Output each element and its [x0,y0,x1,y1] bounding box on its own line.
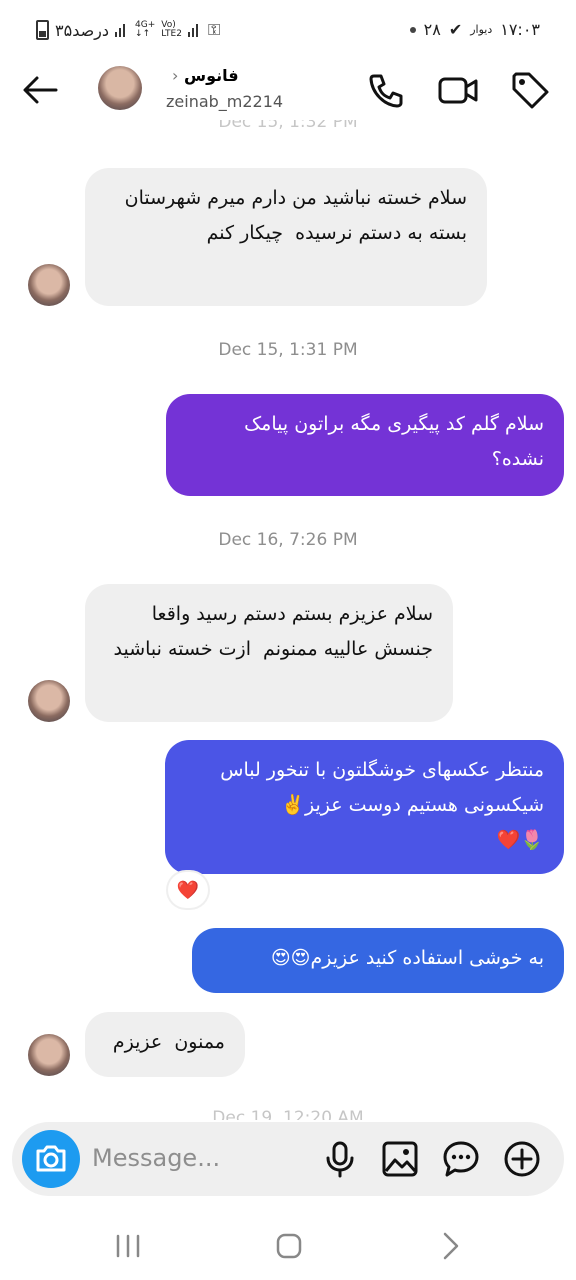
network-indicator-2: Vo) LTE2 [161,20,182,39]
timestamp: Dec 15, 1:32 PM [218,120,358,132]
status-left: ۳۵درصد 4G+ ↓↑ Vo) LTE2 ⚿ [36,20,220,40]
gallery-icon[interactable] [380,1139,420,1179]
sender-avatar[interactable] [28,680,70,722]
phone-icon[interactable] [364,68,408,112]
camera-icon [36,1145,66,1172]
avatar[interactable] [98,66,142,110]
chat-header: › فانوس zeinab_m2214 [0,60,576,120]
timestamp: Dec 15, 1:31 PM [218,340,358,360]
battery-text: ۳۵درصد [55,20,110,40]
outgoing-message[interactable]: به خوشی استفاده کنید عزیزم😍😍 [192,928,564,993]
timestamp: Dec 19, 12:20 AM [212,1108,364,1120]
outgoing-message[interactable]: منتظر عکسهای خوشگلتون با تنخور لباس شیکس… [165,740,564,874]
signal-icon [115,23,129,37]
home-icon[interactable] [269,1226,309,1266]
reaction-heart[interactable]: ❤️ [168,872,208,908]
recent-apps-icon[interactable] [108,1226,148,1266]
timestamp: Dec 16, 7:26 PM [218,530,358,550]
contact-handle[interactable]: zeinab_m2214 [166,92,283,111]
message-thread[interactable]: Dec 15, 1:32 PM سلام خسته نباشید من دارم… [0,120,576,1120]
message-composer: Message... [12,1122,564,1196]
clock: ۱۷:۰۳ [500,20,540,39]
plus-icon[interactable] [502,1139,542,1179]
sticker-icon[interactable] [441,1139,481,1179]
incoming-message[interactable]: ممنون عزیزم [85,1012,245,1077]
temperature: ۲۸ [423,20,441,39]
system-nav-bar [0,1200,576,1280]
network-indicator: 4G+ ↓↑ [135,20,156,39]
back-arrow-icon[interactable] [20,70,60,110]
sender-avatar[interactable] [28,264,70,306]
microphone-icon[interactable] [320,1139,360,1179]
battery-icon [36,20,49,40]
camera-button[interactable] [22,1130,80,1188]
tag-icon[interactable] [508,68,552,112]
outgoing-message[interactable]: سلام گلم کد پیگیری مگه براتون پیامک نشده… [166,394,564,496]
notification-dot-icon [409,26,416,33]
back-nav-icon[interactable] [430,1226,470,1266]
status-right: ۲۸ ✔ دیوار ۱۷:۰۳ [409,20,540,39]
incoming-message[interactable]: سلام عزیزم بستم دستم رسید واقعا جنسش عال… [85,584,453,722]
chevron-icon: › [172,66,179,85]
video-icon[interactable] [436,68,480,112]
contact-name[interactable]: › فانوس [166,66,239,85]
incoming-message[interactable]: سلام خسته نباشید من دارم میرم شهرستان بس… [85,168,487,306]
signal-icon-2 [187,23,202,37]
key-icon: ⚿ [207,20,221,39]
sender-avatar[interactable] [28,1034,70,1076]
carrier-label: دیوار [470,23,493,36]
message-input[interactable]: Message... [92,1144,220,1172]
status-bar: ۳۵درصد 4G+ ↓↑ Vo) LTE2 ⚿ ۲۸ ✔ دیوار ۱۷:۰۳ [0,0,576,60]
app-notification-icon: ✔ [448,20,463,39]
